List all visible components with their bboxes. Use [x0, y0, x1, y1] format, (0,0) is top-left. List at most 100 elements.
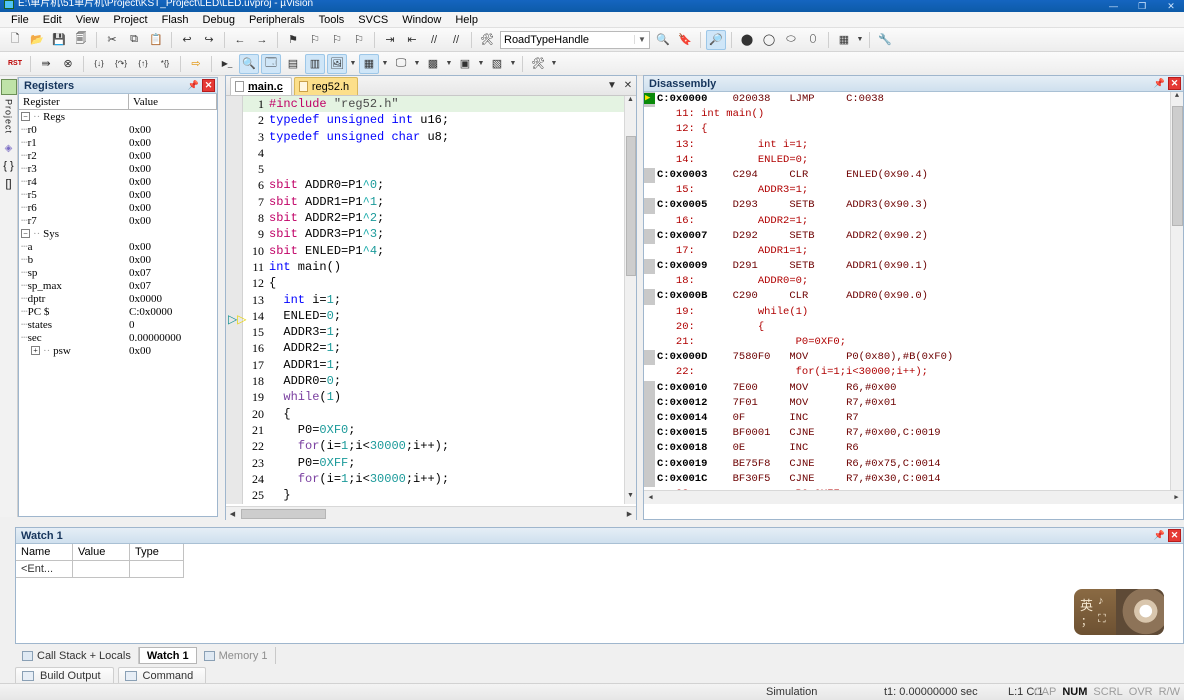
tab-reg52-h[interactable]: reg52.h: [294, 77, 358, 95]
paste-icon[interactable]: 📋: [146, 30, 166, 50]
disassembly-source-row[interactable]: 17: ADDR1=1;: [644, 244, 1170, 259]
chevron-down-icon[interactable]: ▼: [380, 60, 390, 67]
outdent-icon[interactable]: ⇤: [402, 30, 422, 50]
tab-main-c[interactable]: main.c: [230, 77, 292, 95]
manage-project-items-icon[interactable]: ▦: [834, 30, 854, 50]
register-group-psw[interactable]: +·· psw 0x00: [19, 345, 217, 358]
disable-breakpoint-icon[interactable]: ◯: [759, 30, 779, 50]
menu-item-view[interactable]: View: [69, 13, 107, 27]
bookmark-tool-icon[interactable]: 🔖: [675, 30, 695, 50]
cut-icon[interactable]: ✂: [102, 30, 122, 50]
configure-wizard-icon[interactable]: 🔧: [875, 30, 895, 50]
tab-call-stack-locals[interactable]: Call Stack + Locals: [15, 647, 139, 664]
scroll-right-icon[interactable]: ▶: [623, 510, 636, 518]
disassembly-gutter-cell[interactable]: [644, 122, 655, 137]
kill-breakpoints-icon[interactable]: ⬭: [781, 30, 801, 50]
pin-icon[interactable]: 📌: [1153, 77, 1166, 90]
window-controls[interactable]: — ❐ ✕: [1100, 0, 1184, 12]
disassembly-instruction-row[interactable]: C:0x0018 0E INC R6: [644, 441, 1170, 456]
disassembly-gutter-cell[interactable]: [644, 198, 655, 213]
disassembly-source-row[interactable]: 16: ADDR2=1;: [644, 214, 1170, 229]
disassembly-source-row[interactable]: 21: P0=0XF0;: [644, 335, 1170, 350]
register-row[interactable]: ┄dptr0x0000: [19, 293, 217, 306]
watch-enter-expression[interactable]: <Ent...: [16, 561, 73, 578]
disassembly-gutter-cell[interactable]: [644, 107, 655, 122]
scrollbar-thumb[interactable]: [1172, 106, 1183, 226]
chevron-down-icon[interactable]: ▼: [855, 36, 865, 43]
target-options-icon[interactable]: 🛠: [477, 30, 497, 50]
disassembly-instruction-row[interactable]: C:0x0012 7F01 MOV R7,#0x01: [644, 396, 1170, 411]
pin-icon[interactable]: 📌: [187, 79, 200, 92]
register-row[interactable]: ┄r50x00: [19, 189, 217, 202]
close-icon[interactable]: ✕: [1168, 77, 1181, 90]
register-row[interactable]: ┄r30x00: [19, 163, 217, 176]
copy-icon[interactable]: ⧉: [124, 30, 144, 50]
disassembly-instruction-row[interactable]: C:0x0009 D291 SETB ADDR1(0x90.1): [644, 259, 1170, 274]
register-row[interactable]: ┄b0x00: [19, 254, 217, 267]
disassembly-listing[interactable]: C:0x0000 020038 LJMP C:0038 11: int main…: [644, 92, 1183, 504]
disassembly-source-row[interactable]: 18: ADDR0=0;: [644, 274, 1170, 289]
memory-windows-icon[interactable]: ▦: [359, 54, 379, 74]
project-icon[interactable]: [1, 79, 17, 95]
find-in-files-icon[interactable]: 🔍: [653, 30, 673, 50]
disassembly-gutter-cell[interactable]: [644, 214, 655, 229]
disassembly-instruction-row[interactable]: C:0x0019 BE75F8 CJNE R6,#0x75,C:0014: [644, 457, 1170, 472]
comment-icon[interactable]: //: [424, 30, 444, 50]
ime-keys[interactable]: 英 ♪ ； ⛶: [1074, 589, 1116, 635]
disassembly-rows[interactable]: C:0x0000 020038 LJMP C:0038 11: int main…: [644, 92, 1170, 504]
disassembly-gutter-cell[interactable]: [644, 396, 655, 411]
menu-item-flash[interactable]: Flash: [155, 13, 196, 27]
register-row[interactable]: ┄PC $C:0x0000: [19, 306, 217, 319]
disassembly-source-row[interactable]: 11: int main(): [644, 107, 1170, 122]
scroll-left-icon[interactable]: ◀: [226, 510, 239, 518]
scroll-up-icon[interactable]: ▲: [1171, 92, 1183, 105]
editor-area[interactable]: ▷▷ 1#include "reg52.h" 2typedef unsigned…: [226, 96, 636, 520]
editor-vertical-scrollbar[interactable]: ▲ ▼: [624, 96, 636, 504]
minimize-button[interactable]: —: [1100, 0, 1126, 12]
step-out-icon[interactable]: {↑}: [133, 54, 153, 74]
disassembly-gutter-cell[interactable]: [644, 274, 655, 289]
chevron-down-icon[interactable]: ▼: [444, 60, 454, 67]
step-over-icon[interactable]: {↷}: [111, 54, 131, 74]
trace-windows-icon[interactable]: ▣: [455, 54, 475, 74]
disassembly-gutter-cell[interactable]: [644, 305, 655, 320]
menu-item-project[interactable]: Project: [106, 13, 154, 27]
stop-icon[interactable]: ⊗: [58, 54, 78, 74]
menu-item-edit[interactable]: Edit: [36, 13, 69, 27]
disassembly-gutter-cell[interactable]: [644, 92, 655, 107]
insert-breakpoint-icon[interactable]: ⬤: [737, 30, 757, 50]
disassembly-gutter-cell[interactable]: [644, 381, 655, 396]
register-row[interactable]: ┄r20x00: [19, 150, 217, 163]
step-icon[interactable]: {↓}: [89, 54, 109, 74]
editor-gutter[interactable]: ▷▷: [226, 96, 243, 504]
disassembly-source-row[interactable]: 20: {: [644, 320, 1170, 335]
books-icon[interactable]: ◈: [1, 140, 17, 156]
disassembly-instruction-row[interactable]: C:0x000D 7580F0 MOV P0(0x80),#B(0xF0): [644, 350, 1170, 365]
watch-windows-icon[interactable]: 🖼: [327, 54, 347, 74]
register-row[interactable]: ┄sec0.00000000: [19, 332, 217, 345]
disassembly-instruction-row[interactable]: C:0x0010 7E00 MOV R6,#0x00: [644, 381, 1170, 396]
disassembly-gutter-cell[interactable]: [644, 426, 655, 441]
disassembly-gutter-cell[interactable]: [644, 138, 655, 153]
scroll-right-icon[interactable]: ▶: [1170, 493, 1183, 502]
watch-type[interactable]: [130, 561, 184, 578]
editor-horizontal-scrollbar[interactable]: ◀ ▶: [226, 506, 636, 520]
close-button[interactable]: ✕: [1158, 0, 1184, 12]
scroll-up-icon[interactable]: ▲: [625, 96, 636, 108]
column-header-type[interactable]: Type: [130, 544, 184, 561]
undo-icon[interactable]: ↩: [177, 30, 197, 50]
disassembly-gutter-cell[interactable]: [644, 259, 655, 274]
uncomment-icon[interactable]: //: [446, 30, 466, 50]
disassembly-instruction-row[interactable]: C:0x0000 020038 LJMP C:0038: [644, 92, 1170, 107]
start-debug-icon[interactable]: 🔎: [706, 30, 726, 50]
analysis-windows-icon[interactable]: ▩: [423, 54, 443, 74]
disassembly-gutter-cell[interactable]: [644, 457, 655, 472]
disable-all-breakpoints-icon[interactable]: ⬯: [803, 30, 823, 50]
disassembly-gutter-cell[interactable]: [644, 365, 655, 380]
reset-cpu-icon[interactable]: RST: [5, 54, 25, 74]
tab-build-output[interactable]: Build Output: [15, 667, 114, 685]
command-window-icon[interactable]: ▶_: [217, 54, 237, 74]
collapse-toggle-icon[interactable]: −: [21, 229, 30, 238]
redo-icon[interactable]: ↪: [199, 30, 219, 50]
close-icon[interactable]: ✕: [1168, 529, 1181, 542]
